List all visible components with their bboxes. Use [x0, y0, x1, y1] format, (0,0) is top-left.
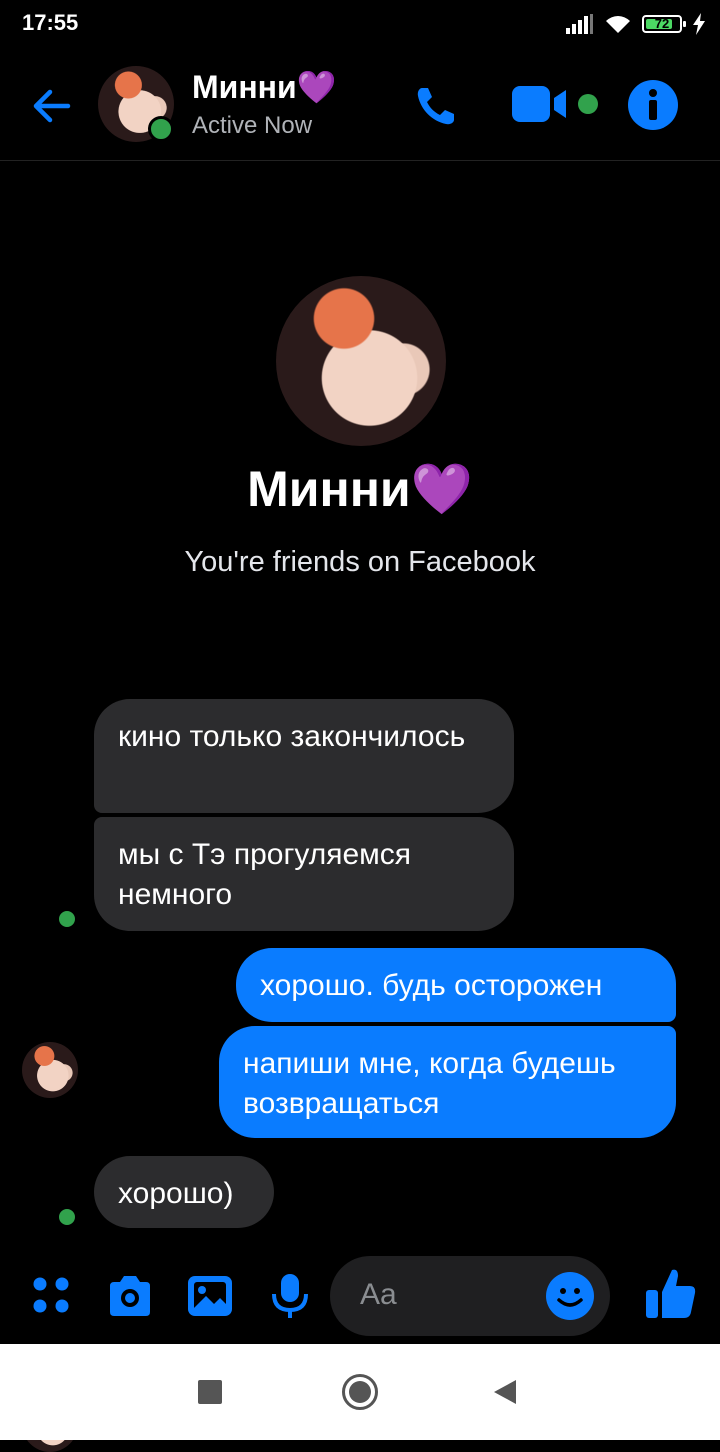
gallery-button[interactable]: [186, 1272, 234, 1320]
battery-icon: 72: [642, 15, 686, 33]
outgoing-message[interactable]: хорошо. будь осторожен: [236, 948, 676, 1022]
video-active-dot: [578, 94, 598, 114]
emoji-icon: [557, 1288, 583, 1307]
battery-level: 72: [654, 16, 670, 31]
camera-button[interactable]: [106, 1272, 154, 1320]
phone-icon: [417, 88, 454, 125]
incoming-message[interactable]: мы с Тэ прогуляемся немного: [94, 817, 514, 931]
profile-subtitle: You're friends on Facebook: [184, 546, 536, 578]
menu-dots-icon: [33, 1277, 69, 1313]
recents-square-icon[interactable]: [198, 1380, 222, 1404]
message-input[interactable]: Aa: [330, 1256, 610, 1336]
online-indicator: [56, 908, 78, 930]
video-camera-icon: [512, 86, 566, 122]
message-composer: Aa: [0, 1250, 720, 1342]
back-button[interactable]: [28, 82, 76, 130]
sender-avatar[interactable]: [22, 1042, 78, 1098]
online-indicator: [56, 1206, 78, 1228]
message-input-placeholder: Aa: [360, 1278, 397, 1311]
voice-call-button[interactable]: [412, 82, 460, 130]
gallery-icon: [188, 1276, 232, 1316]
profile-picture[interactable]: [276, 276, 446, 446]
voice-clip-button[interactable]: [266, 1272, 314, 1320]
profile-name: Минни💜: [247, 461, 473, 517]
status-icons: 72: [566, 10, 706, 38]
wifi-icon: [606, 16, 630, 33]
online-indicator: [148, 116, 174, 142]
camera-icon: [110, 1276, 150, 1316]
info-button[interactable]: [628, 80, 678, 130]
emoji-button[interactable]: [546, 1272, 594, 1320]
video-call-button[interactable]: [510, 84, 572, 124]
microphone-icon: [272, 1274, 308, 1318]
back-arrow-icon: [33, 89, 71, 123]
signal-icon: [566, 14, 593, 34]
charging-icon: [693, 13, 705, 35]
thumbs-up-icon: [646, 1269, 696, 1318]
like-button[interactable]: [644, 1266, 698, 1320]
info-icon: [649, 89, 657, 120]
conversation-header: Минни💜 Active Now: [0, 52, 720, 161]
back-triangle-icon[interactable]: [494, 1380, 516, 1404]
contact-name[interactable]: Минни💜: [192, 68, 337, 106]
outgoing-message[interactable]: напиши мне, когда будешь возвращаться: [219, 1026, 676, 1138]
status-time: 17:55: [22, 10, 79, 35]
more-actions-button[interactable]: [28, 1272, 76, 1320]
incoming-message[interactable]: хорошо): [94, 1156, 274, 1228]
home-circle-inner: [349, 1381, 371, 1403]
incoming-message[interactable]: кино только закончилось: [94, 699, 514, 813]
contact-status: Active Now: [192, 112, 313, 139]
